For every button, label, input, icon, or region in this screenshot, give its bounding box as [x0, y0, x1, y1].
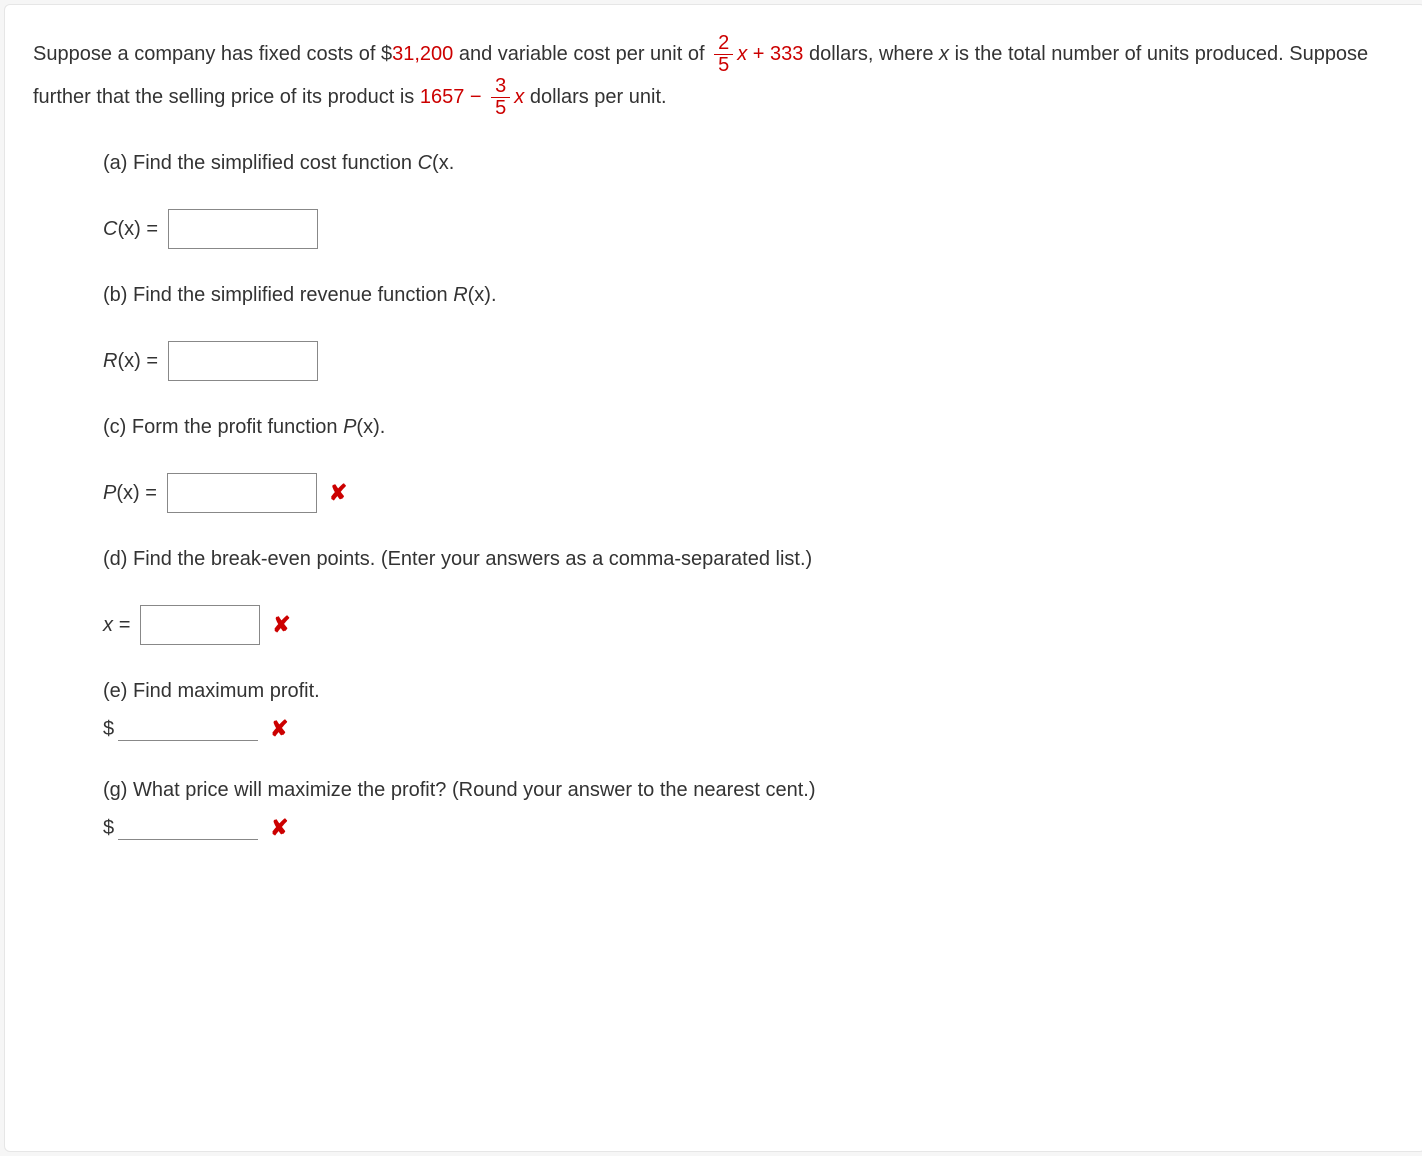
label-suffix: (x) =: [116, 482, 157, 504]
function-name: R: [103, 350, 117, 372]
part-b-answer-row: R(x) =: [103, 341, 1397, 381]
part-c: (c) Form the profit function P(x). P(x) …: [103, 411, 1397, 513]
part-a-prompt: (a) Find the simplified cost function C(…: [103, 147, 1397, 179]
variable-x: x: [939, 43, 949, 65]
prompt-text: (a) Find the simplified cost function: [103, 152, 418, 174]
label-suffix: (x) =: [117, 350, 158, 372]
part-g-prompt: (g) What price will maximize the profit?…: [103, 774, 1397, 806]
plus-sign: +: [747, 43, 770, 65]
function-name: P: [103, 482, 116, 504]
breakeven-input[interactable]: [140, 605, 260, 645]
revenue-function-input[interactable]: [168, 341, 318, 381]
price-input[interactable]: [118, 816, 258, 840]
variable-x: x: [514, 86, 524, 108]
wrong-icon: ✘: [272, 607, 290, 642]
intro-text: Suppose a company has fixed costs of $: [33, 43, 392, 65]
intro-text: dollars, where: [803, 43, 939, 65]
label-suffix: (x) =: [117, 218, 158, 240]
part-d-prompt: (d) Find the break-even points. (Enter y…: [103, 543, 1397, 575]
selling-price-fraction: 35: [491, 76, 510, 119]
intro-text: dollars per unit.: [524, 86, 666, 108]
part-b-prompt: (b) Find the simplified revenue function…: [103, 279, 1397, 311]
part-e-prompt: (e) Find maximum profit.: [103, 675, 1397, 707]
part-c-answer-row: P(x) = ✘: [103, 473, 1397, 513]
wrong-icon: ✘: [329, 475, 347, 510]
function-name: C: [418, 152, 432, 174]
part-c-prompt: (c) Form the profit function P(x).: [103, 411, 1397, 443]
part-d-answer-row: x = ✘: [103, 605, 1397, 645]
prompt-text: (x).: [468, 284, 497, 306]
part-e: (e) Find maximum profit. $ ✘: [103, 675, 1397, 746]
fraction-numerator: 2: [714, 33, 733, 55]
cost-function-input[interactable]: [168, 209, 318, 249]
dollar-sign: $: [103, 713, 114, 745]
question-page: Suppose a company has fixed costs of $31…: [4, 4, 1422, 1152]
wrong-icon: ✘: [270, 711, 288, 746]
fraction-denominator: 5: [491, 98, 510, 119]
part-a-answer-row: C(x) =: [103, 209, 1397, 249]
breakeven-label: x =: [103, 609, 130, 641]
wrong-icon: ✘: [270, 810, 288, 845]
profit-function-input[interactable]: [167, 473, 317, 513]
part-e-answer-row: $ ✘: [103, 711, 1397, 746]
variable-cost-fraction: 25: [714, 33, 733, 76]
fraction-denominator: 5: [714, 55, 733, 76]
function-name: P: [343, 416, 356, 438]
part-g-answer-row: $ ✘: [103, 810, 1397, 845]
function-name: C: [103, 218, 117, 240]
revenue-function-label: R(x) =: [103, 345, 158, 377]
function-name: R: [453, 284, 467, 306]
fraction-numerator: 3: [491, 76, 510, 98]
prompt-text: (c) Form the profit function: [103, 416, 343, 438]
prompt-text: (x).: [356, 416, 385, 438]
variable-x: x: [737, 43, 747, 65]
variable-cost-constant: 333: [770, 43, 803, 65]
fixed-cost-value: 31,200: [392, 43, 453, 65]
dollar-sign: $: [103, 812, 114, 844]
minus-sign: −: [464, 86, 487, 108]
prompt-text: (x.: [432, 152, 454, 174]
prompt-text: (b) Find the simplified revenue function: [103, 284, 453, 306]
max-profit-input[interactable]: [118, 717, 258, 741]
intro-text: and variable cost per unit of: [453, 43, 710, 65]
part-a: (a) Find the simplified cost function C(…: [103, 147, 1397, 249]
part-d: (d) Find the break-even points. (Enter y…: [103, 543, 1397, 645]
part-b: (b) Find the simplified revenue function…: [103, 279, 1397, 381]
parts-container: (a) Find the simplified cost function C(…: [103, 147, 1397, 845]
selling-price-constant: 1657: [420, 86, 465, 108]
problem-statement: Suppose a company has fixed costs of $31…: [33, 43, 1368, 108]
profit-function-label: P(x) =: [103, 477, 157, 509]
part-g: (g) What price will maximize the profit?…: [103, 774, 1397, 845]
cost-function-label: C(x) =: [103, 213, 158, 245]
